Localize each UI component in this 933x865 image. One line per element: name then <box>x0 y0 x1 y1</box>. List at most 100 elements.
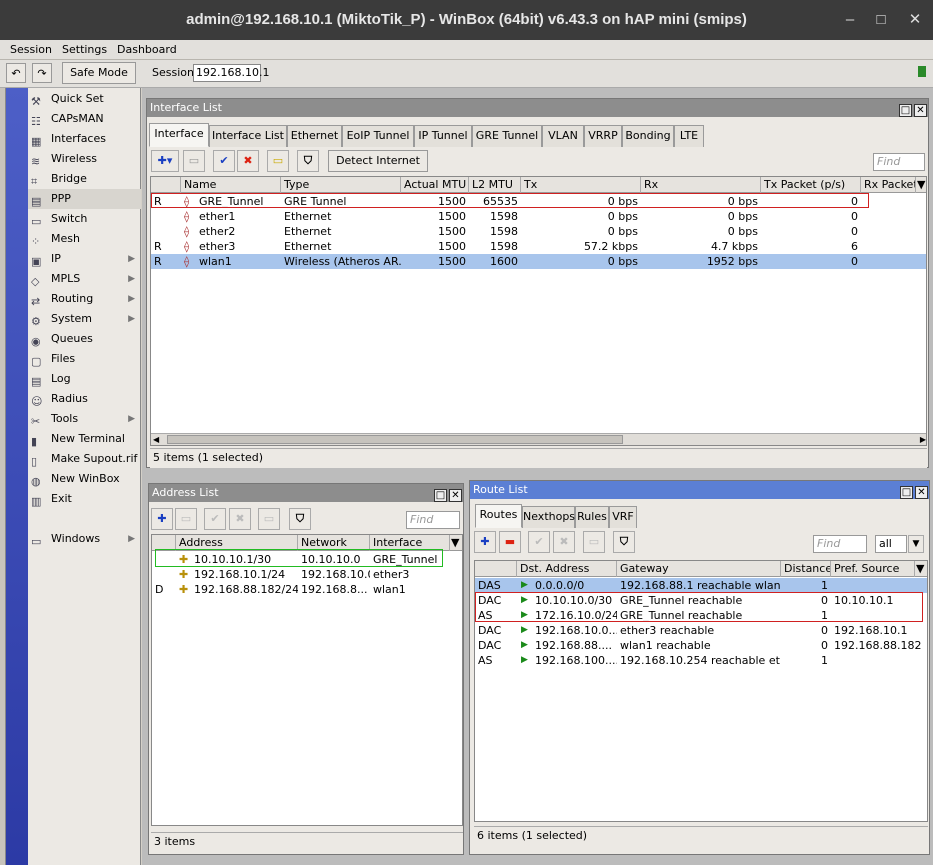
restore-icon[interactable]: □ <box>900 486 913 499</box>
sidebar-item-interfaces[interactable]: ▦ Interfaces <box>28 129 141 149</box>
route-find-input[interactable]: Find <box>813 535 867 553</box>
sidebar-item-new-winbox[interactable]: ◍ New WinBox <box>28 469 141 489</box>
table-row[interactable]: DAS ▶ 0.0.0.0/0 192.168.88.1 reachable wlan… <box>475 578 927 593</box>
sidebar-item-radius[interactable]: ☺ Radius <box>28 389 141 409</box>
route-list-titlebar[interactable]: Route List □ ✕ <box>470 481 929 499</box>
col-rx-packet[interactable]: Rx Packet <box>861 177 916 193</box>
undo-icon[interactable]: ↶ <box>6 63 26 83</box>
table-row[interactable]: AS ▶ 192.168.100.... 192.168.10.254 reachab… <box>475 653 927 668</box>
sidebar-item-quick-set[interactable]: ⚒ Quick Set <box>28 89 141 109</box>
table-row[interactable]: DAC ▶ 192.168.88.... wlan1 reachable 0 192.16… <box>475 638 927 653</box>
col-name[interactable]: Name <box>181 177 281 193</box>
col-l2-mtu[interactable]: L2 MTU <box>469 177 521 193</box>
tab-ip-tunnel[interactable]: IP Tunnel <box>414 125 472 147</box>
disable-icon[interactable]: ✖ <box>237 150 259 172</box>
table-row[interactable]: DAC ▶ 192.168.10.0... ether3 reachable 0 192.… <box>475 623 927 638</box>
interface-hscrollbar[interactable]: ◀ ▶ <box>151 433 926 445</box>
menu-settings[interactable]: Settings <box>62 43 107 56</box>
sidebar-item-queues[interactable]: ◉ Queues <box>28 329 141 349</box>
sidebar-item-exit[interactable]: ▥ Exit <box>28 489 141 509</box>
col-dst-address[interactable]: Dst. Address <box>517 561 617 577</box>
sidebar-item-tools[interactable]: ✂ Tools ▶ <box>28 409 141 429</box>
column-menu-icon[interactable]: ▼ <box>450 535 462 551</box>
tab-routes[interactable]: Routes <box>475 504 522 528</box>
sidebar-item-capsman[interactable]: ☷ CAPsMAN <box>28 109 141 129</box>
address-find-input[interactable]: Find <box>406 511 460 529</box>
restore-icon[interactable]: □ <box>434 489 447 502</box>
sidebar-item-ppp[interactable]: ▤ PPP <box>28 189 141 209</box>
col-actual-mtu[interactable]: Actual MTU <box>401 177 469 193</box>
tab-interface[interactable]: Interface <box>149 123 209 147</box>
table-row[interactable]: D ✚ 192.168.88.182/24 192.168.8... wlan1 <box>152 582 462 597</box>
redo-icon[interactable]: ↷ <box>32 63 52 83</box>
maximize-icon[interactable]: □ <box>871 0 891 40</box>
add-icon[interactable]: ✚ <box>474 531 496 553</box>
tab-lte[interactable]: LTE <box>674 125 704 147</box>
filter-icon[interactable]: ⛉ <box>613 531 635 553</box>
table-row[interactable]: R ⟠ wlan1 Wireless (Atheros AR... 1500 1600 0 … <box>151 254 926 269</box>
sidebar-item-make-supout-rif[interactable]: ▯ Make Supout.rif <box>28 449 141 469</box>
sidebar-item-new-terminal[interactable]: ▮ New Terminal <box>28 429 141 449</box>
col-rx[interactable]: Rx <box>641 177 761 193</box>
enable-icon[interactable]: ✔ <box>204 508 226 530</box>
sidebar-item-files[interactable]: ▢ Files <box>28 349 141 369</box>
col-gateway[interactable]: Gateway <box>617 561 781 577</box>
close-icon[interactable]: ✕ <box>905 0 925 40</box>
table-row[interactable]: R ⟠ ether3 Ethernet 1500 1598 57.2 kbps 4.7 kbp… <box>151 239 926 254</box>
menu-session[interactable]: Session <box>10 43 52 56</box>
table-row[interactable]: ⟠ ether1 Ethernet 1500 1598 0 bps 0 bps 0 <box>151 209 926 224</box>
minimize-icon[interactable]: – <box>840 0 860 40</box>
safe-mode-button[interactable]: Safe Mode <box>62 62 136 84</box>
tab-gre-tunnel[interactable]: GRE Tunnel <box>472 125 542 147</box>
col-pref-source[interactable]: Pref. Source <box>831 561 915 577</box>
remove-icon[interactable]: ▭ <box>183 150 205 172</box>
tab-ethernet[interactable]: Ethernet <box>287 125 342 147</box>
close-icon[interactable]: ✕ <box>914 104 927 117</box>
add-icon[interactable]: ✚▾ <box>151 150 179 172</box>
route-filter-select[interactable]: all <box>875 535 907 553</box>
remove-icon[interactable]: ▭ <box>175 508 197 530</box>
table-row[interactable]: ⟠ ether2 Ethernet 1500 1598 0 bps 0 bps 0 <box>151 224 926 239</box>
add-icon[interactable]: ✚ <box>151 508 173 530</box>
sidebar-item-routing[interactable]: ⇄ Routing ▶ <box>28 289 141 309</box>
tab-vrf[interactable]: VRF <box>609 506 637 528</box>
sidebar-item-switch[interactable]: ▭ Switch <box>28 209 141 229</box>
column-menu-icon[interactable]: ▼ <box>916 177 926 193</box>
detect-internet-button[interactable]: Detect Internet <box>328 150 428 172</box>
sidebar-item-mesh[interactable]: ⁘ Mesh <box>28 229 141 249</box>
remove-icon[interactable]: ▬ <box>499 531 521 553</box>
sidebar-item-wireless[interactable]: ≋ Wireless <box>28 149 141 169</box>
scroll-left-icon[interactable]: ◀ <box>153 435 159 444</box>
filter-icon[interactable]: ⛉ <box>297 150 319 172</box>
enable-icon[interactable]: ✔ <box>528 531 550 553</box>
disable-icon[interactable]: ✖ <box>229 508 251 530</box>
comment-icon[interactable]: ▭ <box>267 150 289 172</box>
comment-icon[interactable]: ▭ <box>583 531 605 553</box>
tab-vrrp[interactable]: VRRP <box>584 125 622 147</box>
col-tx[interactable]: Tx <box>521 177 641 193</box>
address-list-titlebar[interactable]: Address List □ ✕ <box>149 484 463 502</box>
column-menu-icon[interactable]: ▼ <box>915 561 927 577</box>
enable-icon[interactable]: ✔ <box>213 150 235 172</box>
menu-dashboard[interactable]: Dashboard <box>117 43 177 56</box>
sidebar-item-windows[interactable]: ▭ Windows ▶ <box>28 529 141 549</box>
sidebar-item-log[interactable]: ▤ Log <box>28 369 141 389</box>
col-distance[interactable]: Distance <box>781 561 831 577</box>
tab-interface-list[interactable]: Interface List <box>209 125 287 147</box>
tab-vlan[interactable]: VLAN <box>542 125 584 147</box>
tab-nexthops[interactable]: Nexthops <box>522 506 575 528</box>
scroll-thumb[interactable] <box>167 435 623 444</box>
tab-eoip-tunnel[interactable]: EoIP Tunnel <box>342 125 414 147</box>
col-tx-packet[interactable]: Tx Packet (p/s) <box>761 177 861 193</box>
sidebar-item-mpls[interactable]: ◇ MPLS ▶ <box>28 269 141 289</box>
restore-icon[interactable]: □ <box>899 104 912 117</box>
comment-icon[interactable]: ▭ <box>258 508 280 530</box>
col-type[interactable]: Type <box>281 177 401 193</box>
table-row[interactable]: ✚ 192.168.10.1/24 192.168.10.0 ether3 <box>152 567 462 582</box>
disable-icon[interactable]: ✖ <box>553 531 575 553</box>
close-icon[interactable]: ✕ <box>449 489 462 502</box>
dropdown-icon[interactable]: ▼ <box>908 535 924 553</box>
interface-find-input[interactable]: Find <box>873 153 925 171</box>
session-field[interactable]: 192.168.10.1 <box>193 64 269 82</box>
sidebar-item-system[interactable]: ⚙ System ▶ <box>28 309 141 329</box>
